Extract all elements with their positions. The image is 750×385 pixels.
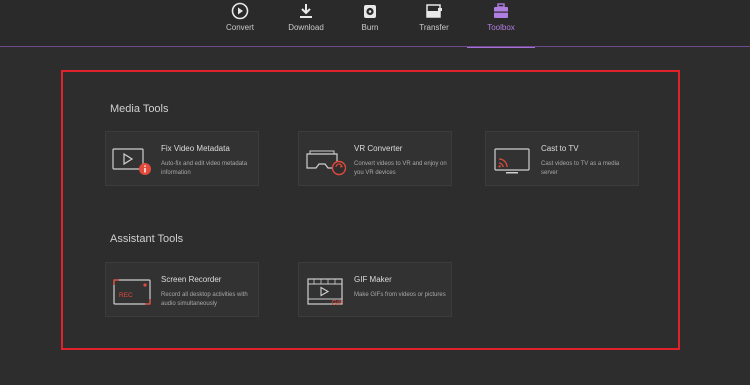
gif-badge: GIF <box>332 300 344 307</box>
card-title: VR Converter <box>354 144 403 153</box>
top-nav: Convert Download Burn Transfer Toolbox <box>0 0 750 48</box>
tab-label: Download <box>288 23 324 32</box>
card-title: Screen Recorder <box>161 275 222 284</box>
tab-toolbox[interactable]: Toolbox <box>467 0 535 48</box>
screen-recorder-icon: REC <box>113 279 151 305</box>
nav-divider <box>0 46 750 47</box>
card-description: Cast videos to TV as a media server <box>541 161 620 176</box>
tab-convert[interactable]: Convert <box>206 0 274 46</box>
tab-label: Burn <box>361 23 379 32</box>
vr-headset-icon <box>306 150 346 176</box>
screen-recorder-card[interactable]: REC Screen Recorder Record all desktop a… <box>105 262 259 317</box>
card-description: Auto-fix and edit video metadata informa… <box>161 161 248 176</box>
card-title: GIF Maker <box>354 275 392 284</box>
card-description: Make GIFs from videos or pictures <box>354 292 446 298</box>
tab-label: Transfer <box>419 23 449 32</box>
card-description: Convert videos to VR and enjoy on you VR… <box>354 161 447 176</box>
transfer-icon <box>426 4 442 18</box>
app-window: Convert Download Burn Transfer Toolbox M… <box>0 0 750 385</box>
tab-download[interactable]: Download <box>272 0 340 46</box>
card-title: Fix Video Metadata <box>161 144 230 153</box>
cast-tv-icon <box>494 148 530 174</box>
tab-burn[interactable]: Burn <box>336 0 404 46</box>
convert-icon <box>231 2 249 20</box>
download-icon <box>300 4 312 18</box>
assistant-tools-heading: Assistant Tools <box>110 233 184 245</box>
gif-maker-card[interactable]: GIF GIF Maker Make GIFs from videos or p… <box>298 262 452 317</box>
tab-label: Convert <box>225 23 254 32</box>
tab-label: Toolbox <box>487 23 515 32</box>
card-title: Cast to TV <box>541 144 579 153</box>
media-tools-heading: Media Tools <box>110 103 169 115</box>
video-info-icon <box>112 148 151 175</box>
fix-video-metadata-card[interactable]: Fix Video Metadata Auto-fix and edit vid… <box>105 131 259 186</box>
disc-icon <box>364 5 376 18</box>
toolbox-icon <box>494 3 508 18</box>
gif-maker-icon: GIF <box>307 278 344 307</box>
vr-converter-card[interactable]: VR Converter Convert videos to VR and en… <box>298 131 452 186</box>
tab-transfer[interactable]: Transfer <box>400 0 468 46</box>
rec-badge: REC <box>119 292 133 299</box>
card-description: Record all desktop activities with audio… <box>161 292 248 307</box>
cast-to-tv-card[interactable]: Cast to TV Cast videos to TV as a media … <box>485 131 639 186</box>
